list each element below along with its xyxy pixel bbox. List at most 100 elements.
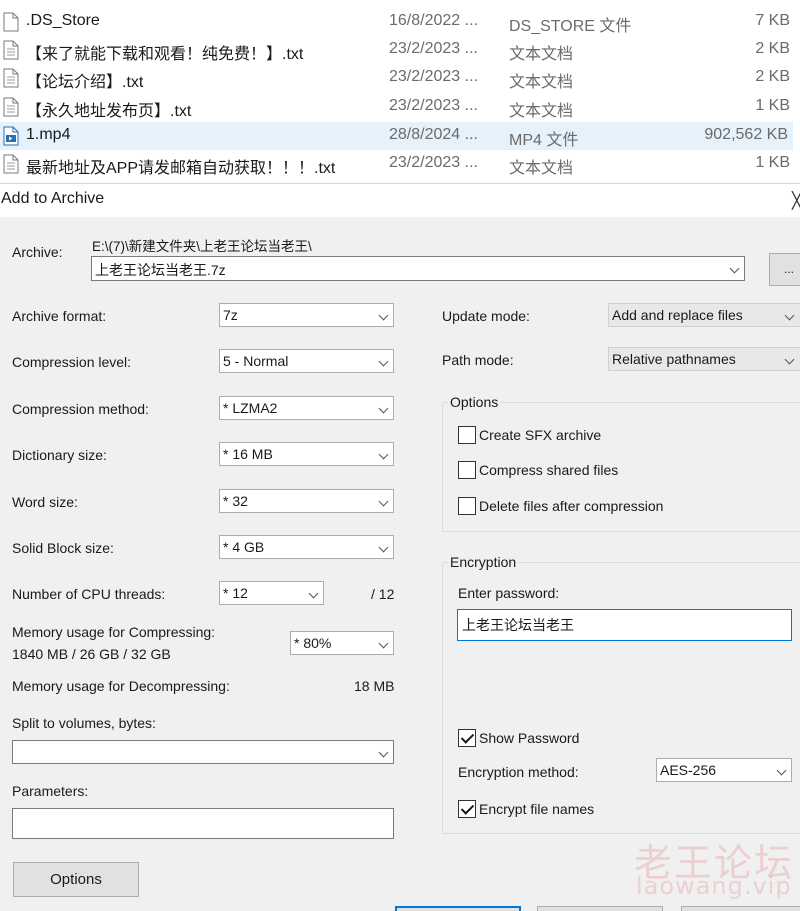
compression-method-value: * LZMA2 bbox=[223, 400, 278, 416]
file-size: 2 KB bbox=[755, 68, 790, 85]
browse-button[interactable]: ... bbox=[769, 253, 800, 286]
options-group-title: Options bbox=[448, 394, 501, 410]
chevron-down-icon[interactable] bbox=[729, 263, 740, 274]
dialog-title: Add to Archive bbox=[1, 190, 105, 207]
file-type: 文本文档 bbox=[509, 160, 574, 177]
archive-format-select[interactable]: 7z bbox=[219, 303, 394, 327]
enter-password-label: Enter password: bbox=[458, 585, 560, 601]
memory-percent-select[interactable]: * 80% bbox=[290, 631, 394, 655]
compression-level-label: Compression level: bbox=[12, 354, 132, 370]
file-size: 902,562 KB bbox=[704, 126, 788, 143]
file-name: 【永久地址发布页】.txt bbox=[26, 103, 192, 120]
solid-block-size-value: * 4 GB bbox=[223, 539, 265, 555]
watermark-logo-en: laowang.vip bbox=[636, 872, 792, 900]
close-icon[interactable]: ╳ bbox=[792, 191, 800, 211]
chevron-down-icon bbox=[378, 747, 389, 758]
path-mode-label: Path mode: bbox=[442, 352, 514, 368]
password-value: 上老王论坛当老王 bbox=[462, 617, 574, 633]
compress-shared-checkbox[interactable] bbox=[458, 461, 476, 479]
dictionary-size-label: Dictionary size: bbox=[12, 447, 107, 463]
compression-level-value: 5 - Normal bbox=[223, 353, 289, 369]
memory-percent-value: * 80% bbox=[294, 635, 332, 651]
dictionary-size-select[interactable]: * 16 MB bbox=[219, 442, 394, 466]
blank-file-icon bbox=[3, 12, 19, 32]
text-file-icon bbox=[3, 154, 19, 174]
memory-compress-detail: 1840 MB / 26 GB / 32 GB bbox=[12, 646, 171, 662]
solid-block-size-label: Solid Block size: bbox=[12, 540, 114, 556]
file-date: 23/2/2023 ... bbox=[389, 68, 478, 85]
file-name: 1.mp4 bbox=[26, 126, 71, 143]
file-name: .DS_Store bbox=[26, 12, 100, 29]
password-input[interactable]: 上老王论坛当老王 bbox=[457, 609, 792, 641]
parameters-label: Parameters: bbox=[12, 783, 89, 799]
compress-shared-label[interactable]: Compress shared files bbox=[479, 462, 618, 478]
file-size: 7 KB bbox=[755, 12, 790, 29]
split-volumes-combo[interactable] bbox=[12, 740, 394, 764]
file-date: 23/2/2023 ... bbox=[389, 40, 478, 57]
cancel-button[interactable] bbox=[537, 906, 663, 911]
file-row-mp4[interactable]: 1.mp4 28/8/2024 ... MP4 文件 902,562 KB bbox=[0, 122, 793, 150]
word-size-label: Word size: bbox=[12, 494, 78, 510]
chevron-down-icon bbox=[378, 542, 389, 553]
file-size: 2 KB bbox=[755, 40, 790, 57]
file-row-txt-3[interactable]: 【永久地址发布页】.txt 23/2/2023 ... 文本文档 1 KB bbox=[0, 93, 795, 121]
file-type: 文本文档 bbox=[509, 103, 574, 120]
encrypt-names-checkbox[interactable] bbox=[458, 800, 476, 818]
chevron-down-icon bbox=[378, 449, 389, 460]
file-row-txt-4[interactable]: 最新地址及APP请发邮箱自动获取！！！.txt 23/2/2023 ... 文本… bbox=[0, 150, 795, 178]
chevron-down-icon bbox=[784, 310, 795, 321]
archive-format-label: Archive format: bbox=[12, 308, 107, 324]
file-name: 【论坛介绍】.txt bbox=[26, 74, 144, 91]
memory-compress-label: Memory usage for Compressing: bbox=[12, 624, 216, 640]
chevron-down-icon bbox=[378, 403, 389, 414]
file-row-ds-store[interactable]: .DS_Store 16/8/2022 ... DS_STORE 文件 7 KB bbox=[0, 8, 795, 36]
update-mode-label: Update mode: bbox=[442, 308, 530, 324]
chevron-down-icon bbox=[776, 765, 787, 776]
encryption-method-value: AES-256 bbox=[660, 762, 717, 778]
encryption-group bbox=[442, 562, 800, 834]
show-password-label[interactable]: Show Password bbox=[479, 730, 579, 746]
cpu-threads-select[interactable]: * 12 bbox=[219, 581, 324, 605]
create-sfx-label[interactable]: Create SFX archive bbox=[479, 427, 601, 443]
dialog-titlebar[interactable]: Add to Archive ╳ bbox=[0, 184, 800, 217]
path-mode-select[interactable]: Relative pathnames bbox=[608, 347, 800, 371]
file-date: 23/2/2023 ... bbox=[389, 154, 478, 171]
create-sfx-checkbox[interactable] bbox=[458, 426, 476, 444]
solid-block-size-select[interactable]: * 4 GB bbox=[219, 535, 394, 559]
chevron-down-icon bbox=[308, 588, 319, 599]
compression-method-select[interactable]: * LZMA2 bbox=[219, 396, 394, 420]
update-mode-select[interactable]: Add and replace files bbox=[608, 303, 800, 327]
show-password-checkbox[interactable] bbox=[458, 729, 476, 747]
archive-name-combo[interactable]: 上老王论坛当老王.7z bbox=[91, 256, 745, 281]
parameters-input[interactable] bbox=[12, 808, 394, 839]
word-size-value: * 32 bbox=[223, 493, 248, 509]
file-name: 【来了就能下载和观看！纯免费！】.txt bbox=[26, 46, 304, 63]
path-mode-value: Relative pathnames bbox=[612, 351, 736, 367]
update-mode-value: Add and replace files bbox=[612, 307, 743, 323]
help-button[interactable] bbox=[681, 906, 800, 911]
options-button[interactable]: Options bbox=[13, 862, 139, 897]
file-name: 最新地址及APP请发邮箱自动获取！！！.txt bbox=[26, 160, 336, 177]
delete-after-label[interactable]: Delete files after compression bbox=[479, 498, 663, 514]
chevron-down-icon bbox=[378, 310, 389, 321]
archive-label: Archive: bbox=[12, 244, 63, 260]
delete-after-checkbox[interactable] bbox=[458, 497, 476, 515]
text-file-icon bbox=[3, 40, 19, 60]
file-type: DS_STORE 文件 bbox=[509, 18, 632, 35]
memory-decompress-value: 18 MB bbox=[354, 678, 395, 694]
cpu-threads-label: Number of CPU threads: bbox=[12, 586, 166, 602]
cpu-threads-value: * 12 bbox=[223, 585, 248, 601]
ok-button[interactable] bbox=[395, 906, 521, 911]
file-date: 28/8/2024 ... bbox=[389, 126, 478, 143]
compression-level-select[interactable]: 5 - Normal bbox=[219, 349, 394, 373]
dictionary-size-value: * 16 MB bbox=[223, 446, 273, 462]
encryption-method-select[interactable]: AES-256 bbox=[656, 758, 792, 782]
file-date: 23/2/2023 ... bbox=[389, 97, 478, 114]
encrypt-names-label[interactable]: Encrypt file names bbox=[479, 801, 594, 817]
archive-name-value: 上老王论坛当老王.7z bbox=[95, 262, 226, 278]
archive-path: E:\(7)\新建文件夹\上老王论坛当老王\ bbox=[92, 239, 312, 254]
file-row-txt-1[interactable]: 【来了就能下载和观看！纯免费！】.txt 23/2/2023 ... 文本文档 … bbox=[0, 36, 795, 64]
word-size-select[interactable]: * 32 bbox=[219, 489, 394, 513]
text-file-icon bbox=[3, 68, 19, 88]
file-row-txt-2[interactable]: 【论坛介绍】.txt 23/2/2023 ... 文本文档 2 KB bbox=[0, 64, 795, 92]
